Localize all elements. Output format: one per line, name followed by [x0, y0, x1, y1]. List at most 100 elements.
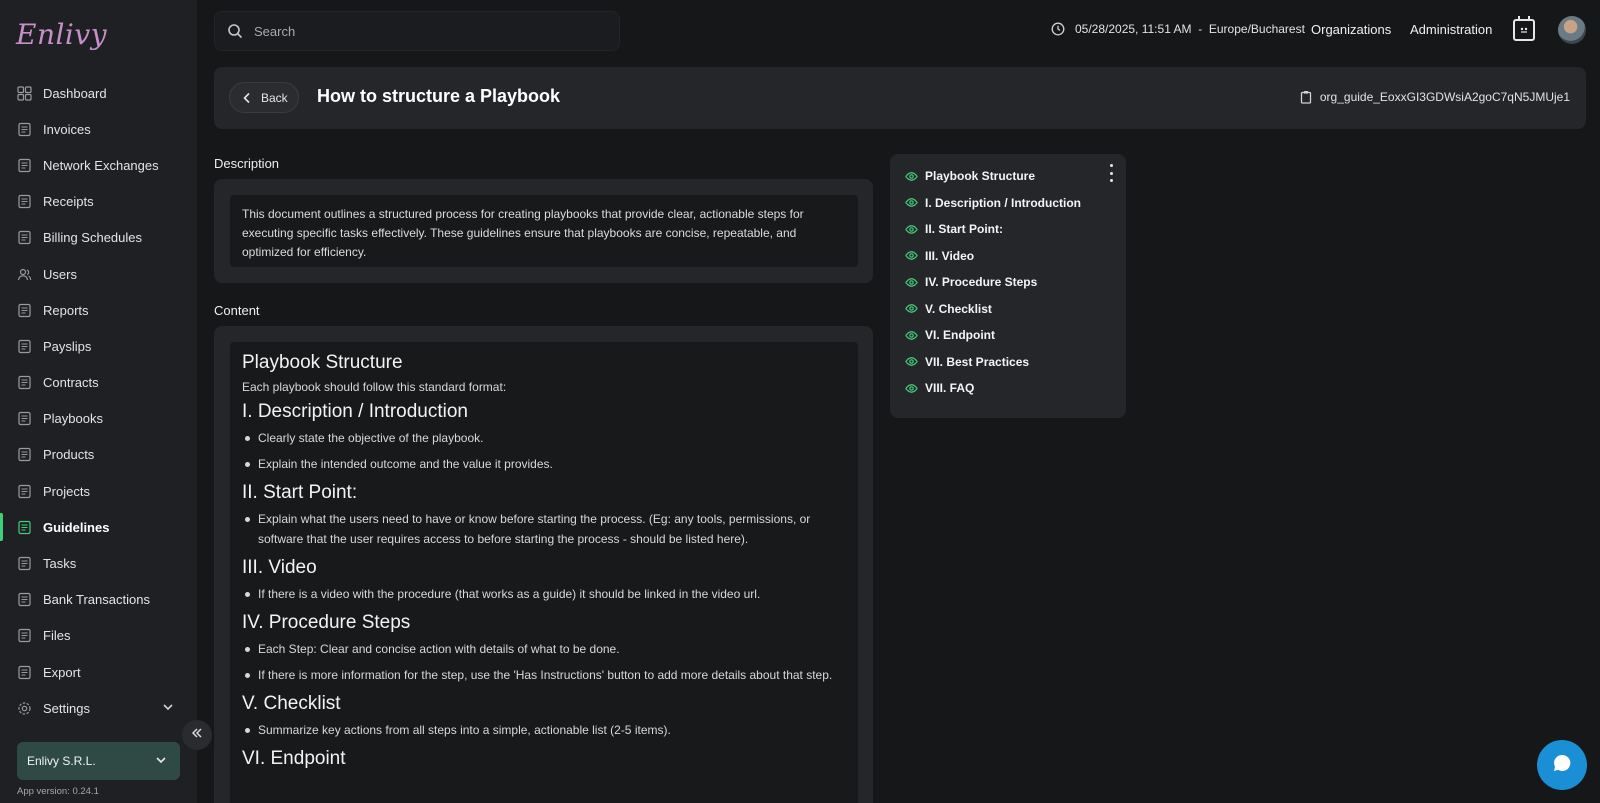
sidebar-item-export[interactable]: Export	[0, 654, 197, 690]
content-card: Playbook Structure Each playbook should …	[214, 326, 873, 803]
receipt-icon	[16, 194, 32, 210]
sidebar-item-label: Reports	[43, 302, 89, 318]
sidebar-item-label: Billing Schedules	[43, 230, 143, 246]
search-input[interactable]: Search	[214, 11, 620, 51]
content-bullet-list: Each Step: Clear and concise action with…	[242, 639, 846, 685]
sidebar-item-label: Invoices	[43, 121, 91, 137]
sidebar-item-network-exchanges[interactable]: Network Exchanges	[0, 147, 197, 183]
app-logo[interactable]: Enlivy	[16, 18, 107, 51]
playbook-icon	[16, 411, 32, 427]
sidebar-item-label: Contracts	[43, 375, 99, 391]
sidebar-item-label: Payslips	[43, 338, 92, 354]
toc-item[interactable]: III. Video	[905, 249, 974, 263]
back-button[interactable]: Back	[229, 82, 299, 113]
content-section-heading: V. Checklist	[242, 693, 341, 714]
chat-support-button[interactable]	[1537, 740, 1587, 790]
sidebar-item-label: Settings	[43, 700, 90, 716]
sidebar-item-dashboard[interactable]: Dashboard	[0, 75, 197, 111]
sidebar-item-guidelines[interactable]: Guidelines	[0, 509, 197, 545]
eye-icon	[905, 276, 918, 289]
sidebar-item-receipts[interactable]: Receipts	[0, 184, 197, 220]
sidebar-item-bank-transactions[interactable]: Bank Transactions	[0, 582, 197, 618]
toc-item[interactable]: II. Start Point:	[905, 222, 1003, 236]
datetime-text: 05/28/2025, 11:51 AM - Europe/Bucharest	[1075, 22, 1305, 36]
calendar-icon[interactable]	[1513, 16, 1535, 41]
sidebar-item-invoices[interactable]: Invoices	[0, 111, 197, 147]
content-section-heading: II. Start Point:	[242, 482, 358, 503]
sidebar-item-label: Guidelines	[43, 519, 110, 535]
search-icon	[227, 23, 243, 39]
sidebar-item-payslips[interactable]: Payslips	[0, 328, 197, 364]
tasks-icon	[16, 556, 32, 572]
table-of-contents: Playbook Structure I. Description / Intro…	[890, 154, 1126, 418]
projects-icon	[16, 483, 32, 499]
exchange-icon	[16, 157, 32, 173]
content-bullet-list: If there is a video with the procedure (…	[242, 584, 846, 604]
eye-icon	[905, 329, 918, 342]
sidebar-item-label: Tasks	[43, 556, 77, 572]
sidebar-item-label: Bank Transactions	[43, 592, 150, 608]
content-label: Content	[214, 303, 260, 318]
content-section-heading: III. Video	[242, 557, 317, 578]
description-text: This document outlines a structured proc…	[230, 195, 858, 267]
current-datetime: 05/28/2025, 11:51 AM - Europe/Bucharest	[1051, 22, 1305, 36]
sidebar-item-label: Users	[43, 266, 77, 282]
organization-select[interactable]: Enlivy S.R.L.	[17, 742, 180, 780]
sidebar-item-tasks[interactable]: Tasks	[0, 545, 197, 581]
users-icon	[16, 266, 32, 282]
eye-icon	[905, 196, 918, 209]
toc-item-label: I. Description / Introduction	[925, 195, 1081, 210]
bank-icon	[16, 592, 32, 608]
toc-item-label: VIII. FAQ	[925, 381, 975, 395]
sidebar-item-label: Projects	[43, 483, 90, 499]
toc-item[interactable]: VII. Best Practices	[905, 355, 1029, 369]
sidebar-item-label: Receipts	[43, 194, 94, 210]
toc-item[interactable]: Playbook Structure	[905, 169, 1035, 183]
content-bullet: Summarize key actions from all steps int…	[242, 720, 846, 740]
invoice-icon	[16, 121, 32, 137]
sidebar-item-reports[interactable]: Reports	[0, 292, 197, 328]
sidebar-item-billing-schedules[interactable]: Billing Schedules	[0, 220, 197, 256]
content-intro: Each playbook should follow this standar…	[242, 380, 507, 394]
content-title: Playbook Structure	[242, 352, 403, 373]
clock-icon	[1051, 22, 1065, 36]
eye-icon	[905, 355, 918, 368]
toc-item[interactable]: IV. Procedure Steps	[905, 275, 1037, 289]
content-bullet: Explain the intended outcome and the val…	[242, 454, 846, 474]
sidebar-item-label: Products	[43, 447, 95, 463]
toc-item[interactable]: VIII. FAQ	[905, 381, 974, 395]
page-title: How to structure a Playbook	[317, 86, 561, 106]
toc-item-label: VI. Endpoint	[925, 328, 995, 342]
dashboard-icon	[16, 85, 32, 101]
content-bullet-list: Summarize key actions from all steps int…	[242, 720, 846, 740]
eye-icon	[905, 302, 918, 315]
toc-item[interactable]: VI. Endpoint	[905, 328, 995, 342]
sidebar-item-projects[interactable]: Projects	[0, 473, 197, 509]
sidebar-item-playbooks[interactable]: Playbooks	[0, 401, 197, 437]
toc-item-label: VII. Best Practices	[925, 354, 1030, 369]
toc-item[interactable]: V. Checklist	[905, 302, 992, 316]
sidebar-item-files[interactable]: Files	[0, 618, 197, 654]
chevron-down-icon	[161, 700, 175, 717]
guide-id[interactable]: org_guide_EoxxGI3GDWsiA2goC7qN5JMUje1	[1300, 90, 1570, 104]
administration-link[interactable]: Administration	[1410, 22, 1492, 37]
eye-icon	[905, 249, 918, 262]
user-avatar[interactable]	[1558, 16, 1586, 44]
guide-id-text: org_guide_EoxxGI3GDWsiA2goC7qN5JMUje1	[1319, 90, 1570, 104]
sidebar-item-settings[interactable]: Settings	[0, 690, 197, 726]
organizations-link[interactable]: Organizations	[1311, 22, 1391, 37]
toc-item[interactable]: I. Description / Introduction	[905, 196, 1081, 210]
eye-icon	[905, 382, 918, 395]
settings-icon	[16, 700, 32, 716]
sidebar-item-users[interactable]: Users	[0, 256, 197, 292]
box-icon	[16, 447, 32, 463]
reports-icon	[16, 302, 32, 318]
sidebar-item-label: Dashboard	[43, 85, 107, 101]
sidebar-item-products[interactable]: Products	[0, 437, 197, 473]
collapse-sidebar-button[interactable]	[182, 720, 212, 750]
sidebar-item-contracts[interactable]: Contracts	[0, 365, 197, 401]
more-options-icon[interactable]	[1108, 164, 1114, 182]
content-bullet-list: Explain what the users need to have or k…	[242, 509, 846, 549]
guidelines-icon	[16, 519, 32, 535]
page-header: Back How to structure a Playbook org_gui…	[214, 67, 1586, 129]
